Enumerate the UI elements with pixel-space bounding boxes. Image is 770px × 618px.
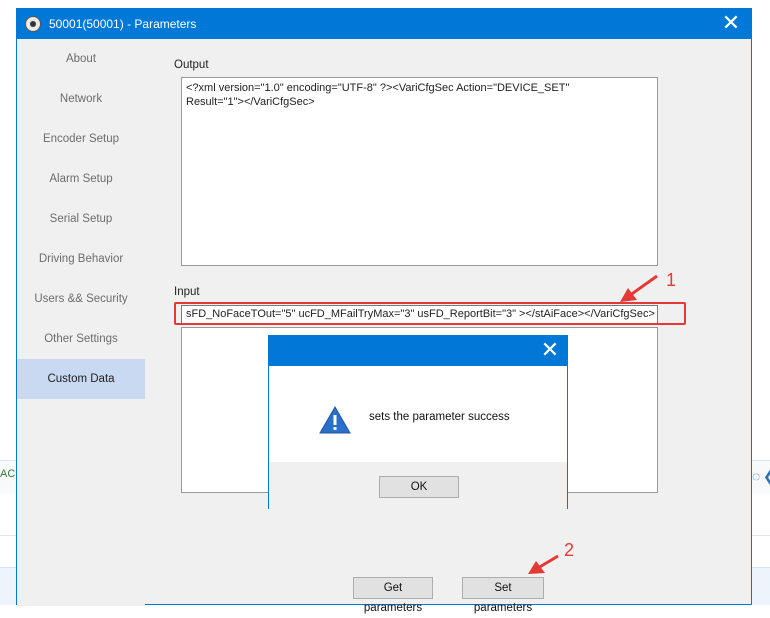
warning-icon [319, 406, 351, 434]
dialog-titlebar[interactable]: ✕ [269, 336, 567, 366]
sidebar-item-serial-setup[interactable]: Serial Setup [17, 199, 145, 239]
ok-button[interactable]: OK [379, 476, 459, 498]
sidebar-item-driving-behavior[interactable]: Driving Behavior [17, 239, 145, 279]
dialog-footer: OK [269, 462, 567, 509]
window-close-button[interactable]: ✕ [711, 9, 751, 39]
annotation-number-1: 1 [666, 270, 677, 290]
input-highlight-box [174, 302, 686, 325]
sidebar-item-about[interactable]: About [17, 39, 145, 79]
output-label: Output [174, 59, 209, 71]
input-label: Input [174, 286, 200, 298]
set-parameters-button[interactable]: Set parameters [462, 577, 544, 614]
sidebar-item-alarm-setup[interactable]: Alarm Setup [17, 159, 145, 199]
sidebar-item-custom-data[interactable]: Custom Data [17, 359, 145, 399]
output-textbox[interactable]: <?xml version="1.0" encoding="UTF-8" ?><… [181, 77, 658, 266]
parameters-window: 50001(50001) - Parameters ✕ About Networ… [16, 8, 752, 614]
success-dialog: ✕ sets the parameter success OK [268, 335, 568, 509]
annotation-number-2: 2 [564, 540, 575, 560]
app-icon [25, 16, 41, 32]
dialog-close-button[interactable]: ✕ [533, 336, 567, 366]
background-icon-fragment: ◌ [752, 468, 761, 484]
sidebar-item-users-security[interactable]: Users && Security [17, 279, 145, 319]
custom-data-panel: Output <?xml version="1.0" encoding="UTF… [145, 39, 751, 614]
sidebar-item-network[interactable]: Network [17, 79, 145, 119]
dialog-message: sets the parameter success [369, 411, 510, 423]
background-chevron-fragment: ❮ [763, 468, 770, 485]
window-titlebar[interactable]: 50001(50001) - Parameters ✕ [17, 9, 751, 39]
background-text-fragment: AC [0, 468, 16, 480]
sidebar-item-other-settings[interactable]: Other Settings [17, 319, 145, 359]
get-parameters-button[interactable]: Get parameters [353, 577, 433, 614]
window-title: 50001(50001) - Parameters [49, 17, 197, 31]
sidebar-item-encoder-setup[interactable]: Encoder Setup [17, 119, 145, 159]
settings-sidebar: About Network Encoder Setup Alarm Setup … [17, 39, 145, 606]
